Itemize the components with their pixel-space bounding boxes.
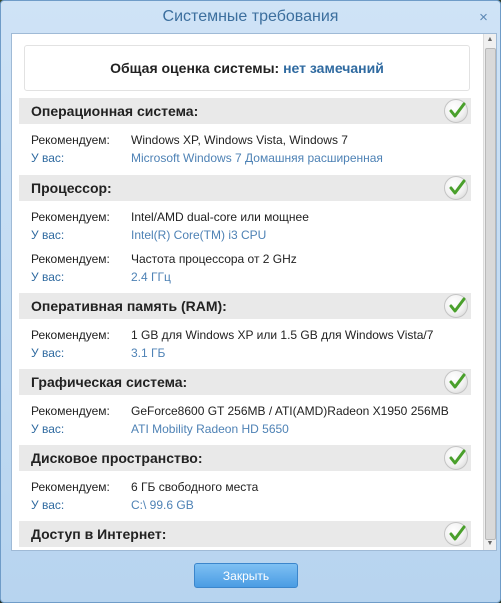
yours-label: У вас: <box>31 346 65 360</box>
section-title: Графическая система: <box>31 374 188 390</box>
recommended-value: 6 ГБ свободного места <box>131 480 259 494</box>
section-disk: Дисковое пространство: Рекомендуем: 6 ГБ… <box>19 445 471 516</box>
recommended-value: Частота процессора от 2 GHz <box>131 252 297 266</box>
requirement-row: У вас: Microsoft Windows 7 Домашняя расш… <box>19 151 471 169</box>
section-os: Операционная система: Рекомендуем: Windo… <box>19 98 471 169</box>
yours-value: 2.4 ГГц <box>131 270 171 284</box>
close-button[interactable]: Закрыть <box>194 563 298 588</box>
section-header: Операционная система: <box>19 98 471 124</box>
recommended-label: Рекомендуем: <box>31 210 110 224</box>
requirement-row: Рекомендуем: 6 ГБ свободного места <box>19 480 471 498</box>
dialog-title: Системные требования <box>162 8 339 25</box>
section-header: Дисковое пространство: <box>19 445 471 471</box>
yours-value: Microsoft Windows 7 Домашняя расширенная <box>131 151 383 165</box>
yours-value: Intel(R) Core(TM) i3 CPU <box>131 228 267 242</box>
section-header: Доступ в Интернет: <box>19 521 471 547</box>
requirement-row: Рекомендуем: Частота процессора от 2 GHz <box>19 252 471 270</box>
requirement-row: У вас: 3.1 ГБ <box>19 346 471 364</box>
section-title: Процессор: <box>31 180 112 196</box>
section-title: Оперативная память (RAM): <box>31 298 227 314</box>
recommended-label: Рекомендуем: <box>31 404 110 418</box>
overall-assessment: Общая оценка системы: нет замечаний <box>24 45 470 91</box>
requirement-row: Рекомендуем: Intel/AMD dual-core или мощ… <box>19 210 471 228</box>
overall-assessment-label: Общая оценка системы: <box>110 60 280 76</box>
requirement-row: У вас: Intel(R) Core(TM) i3 CPU <box>19 228 471 246</box>
recommended-label: Рекомендуем: <box>31 480 110 494</box>
check-icon <box>444 99 468 123</box>
yours-value: C:\ 99.6 GB <box>131 498 194 512</box>
requirement-row: Рекомендуем: Windows XP, Windows Vista, … <box>19 133 471 151</box>
vertical-scrollbar[interactable]: ▲ ▼ <box>483 34 496 550</box>
check-icon <box>444 522 468 546</box>
section-header: Процессор: <box>19 175 471 201</box>
check-icon <box>444 294 468 318</box>
section-cpu: Процессор: Рекомендуем: Intel/AMD dual-c… <box>19 175 471 288</box>
scroll-up-icon[interactable]: ▲ <box>484 34 496 46</box>
yours-value: ATI Mobility Radeon HD 5650 <box>131 422 289 436</box>
title-bar[interactable]: Системные требования × <box>1 1 500 33</box>
recommended-value: GeForce8600 GT 256MB / ATI(AMD)Radeon X1… <box>131 404 449 418</box>
section-title: Дисковое пространство: <box>31 450 203 466</box>
yours-label: У вас: <box>31 422 65 436</box>
check-icon <box>444 370 468 394</box>
requirements-panel: Общая оценка системы: нет замечаний Опер… <box>11 33 497 551</box>
check-icon <box>444 446 468 470</box>
requirement-row: Рекомендуем: GeForce8600 GT 256MB / ATI(… <box>19 404 471 422</box>
recommended-value: Windows XP, Windows Vista, Windows 7 <box>131 133 348 147</box>
section-title: Доступ в Интернет: <box>31 526 167 542</box>
yours-label: У вас: <box>31 498 65 512</box>
check-icon <box>444 176 468 200</box>
scrollbar-thumb[interactable] <box>485 48 496 540</box>
recommended-value: Intel/AMD dual-core или мощнее <box>131 210 309 224</box>
recommended-label: Рекомендуем: <box>31 252 110 266</box>
scroll-down-icon[interactable]: ▼ <box>484 538 496 550</box>
yours-label: У вас: <box>31 151 65 165</box>
section-graphics: Графическая система: Рекомендуем: GeForc… <box>19 369 471 440</box>
requirement-row: Рекомендуем: 1 GB для Windows XP или 1.5… <box>19 328 471 346</box>
section-title: Операционная система: <box>31 103 199 119</box>
section-internet: Доступ в Интернет: <box>19 521 471 547</box>
requirement-row: У вас: C:\ 99.6 GB <box>19 498 471 516</box>
requirement-row: У вас: ATI Mobility Radeon HD 5650 <box>19 422 471 440</box>
yours-label: У вас: <box>31 228 65 242</box>
close-icon[interactable]: × <box>477 10 490 25</box>
yours-value: 3.1 ГБ <box>131 346 166 360</box>
section-header: Оперативная память (RAM): <box>19 293 471 319</box>
recommended-label: Рекомендуем: <box>31 328 110 342</box>
section-header: Графическая система: <box>19 369 471 395</box>
recommended-label: Рекомендуем: <box>31 133 110 147</box>
overall-assessment-value: нет замечаний <box>283 60 384 76</box>
recommended-value: 1 GB для Windows XP или 1.5 GB для Windo… <box>131 328 434 342</box>
yours-label: У вас: <box>31 270 65 284</box>
section-ram: Оперативная память (RAM): Рекомендуем: 1… <box>19 293 471 364</box>
system-requirements-dialog: Системные требования × Общая оценка сист… <box>0 0 501 603</box>
requirement-row: У вас: 2.4 ГГц <box>19 270 471 288</box>
